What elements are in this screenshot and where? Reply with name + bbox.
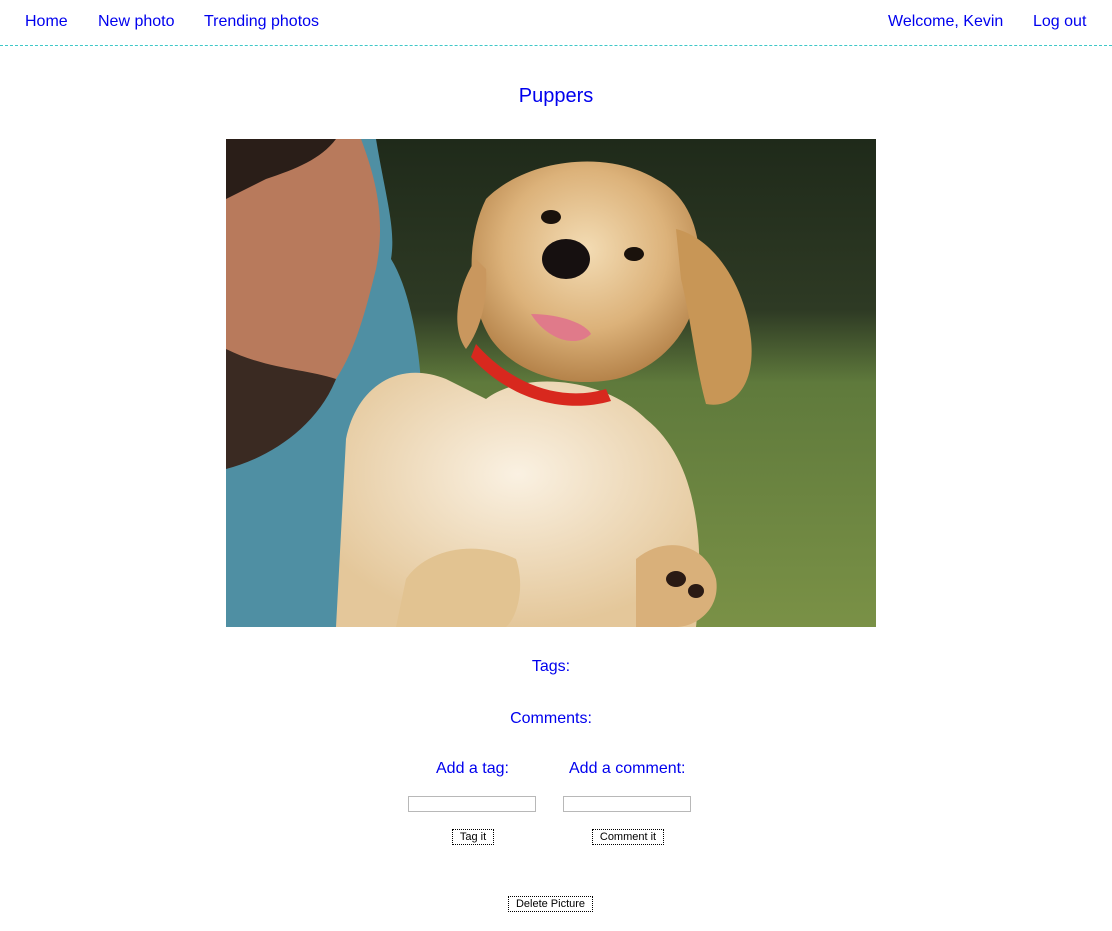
top-navbar: Home New photo Trending photos Welcome, … [0,0,1112,46]
tags-label: Tags: [531,658,571,675]
comment-input[interactable] [563,796,691,812]
nav-welcome-user-link[interactable]: Welcome, Kevin [888,12,1003,32]
delete-picture-button[interactable]: Delete Picture [508,896,593,912]
nav-new-photo-link[interactable]: New photo [98,12,175,32]
photo-title: Puppers [518,85,594,107]
comments-label: Comments: [510,710,592,727]
nav-logout-link[interactable]: Log out [1033,12,1086,32]
tag-input[interactable] [408,796,536,812]
add-tag-label: Add a tag: [436,760,509,777]
puppy-photo [226,139,876,627]
nav-home-link[interactable]: Home [25,12,68,32]
comment-it-button[interactable]: Comment it [592,829,664,845]
tag-it-button[interactable]: Tag it [452,829,494,845]
add-comment-label: Add a comment: [569,760,686,777]
nav-trending-photos-link[interactable]: Trending photos [204,12,319,32]
